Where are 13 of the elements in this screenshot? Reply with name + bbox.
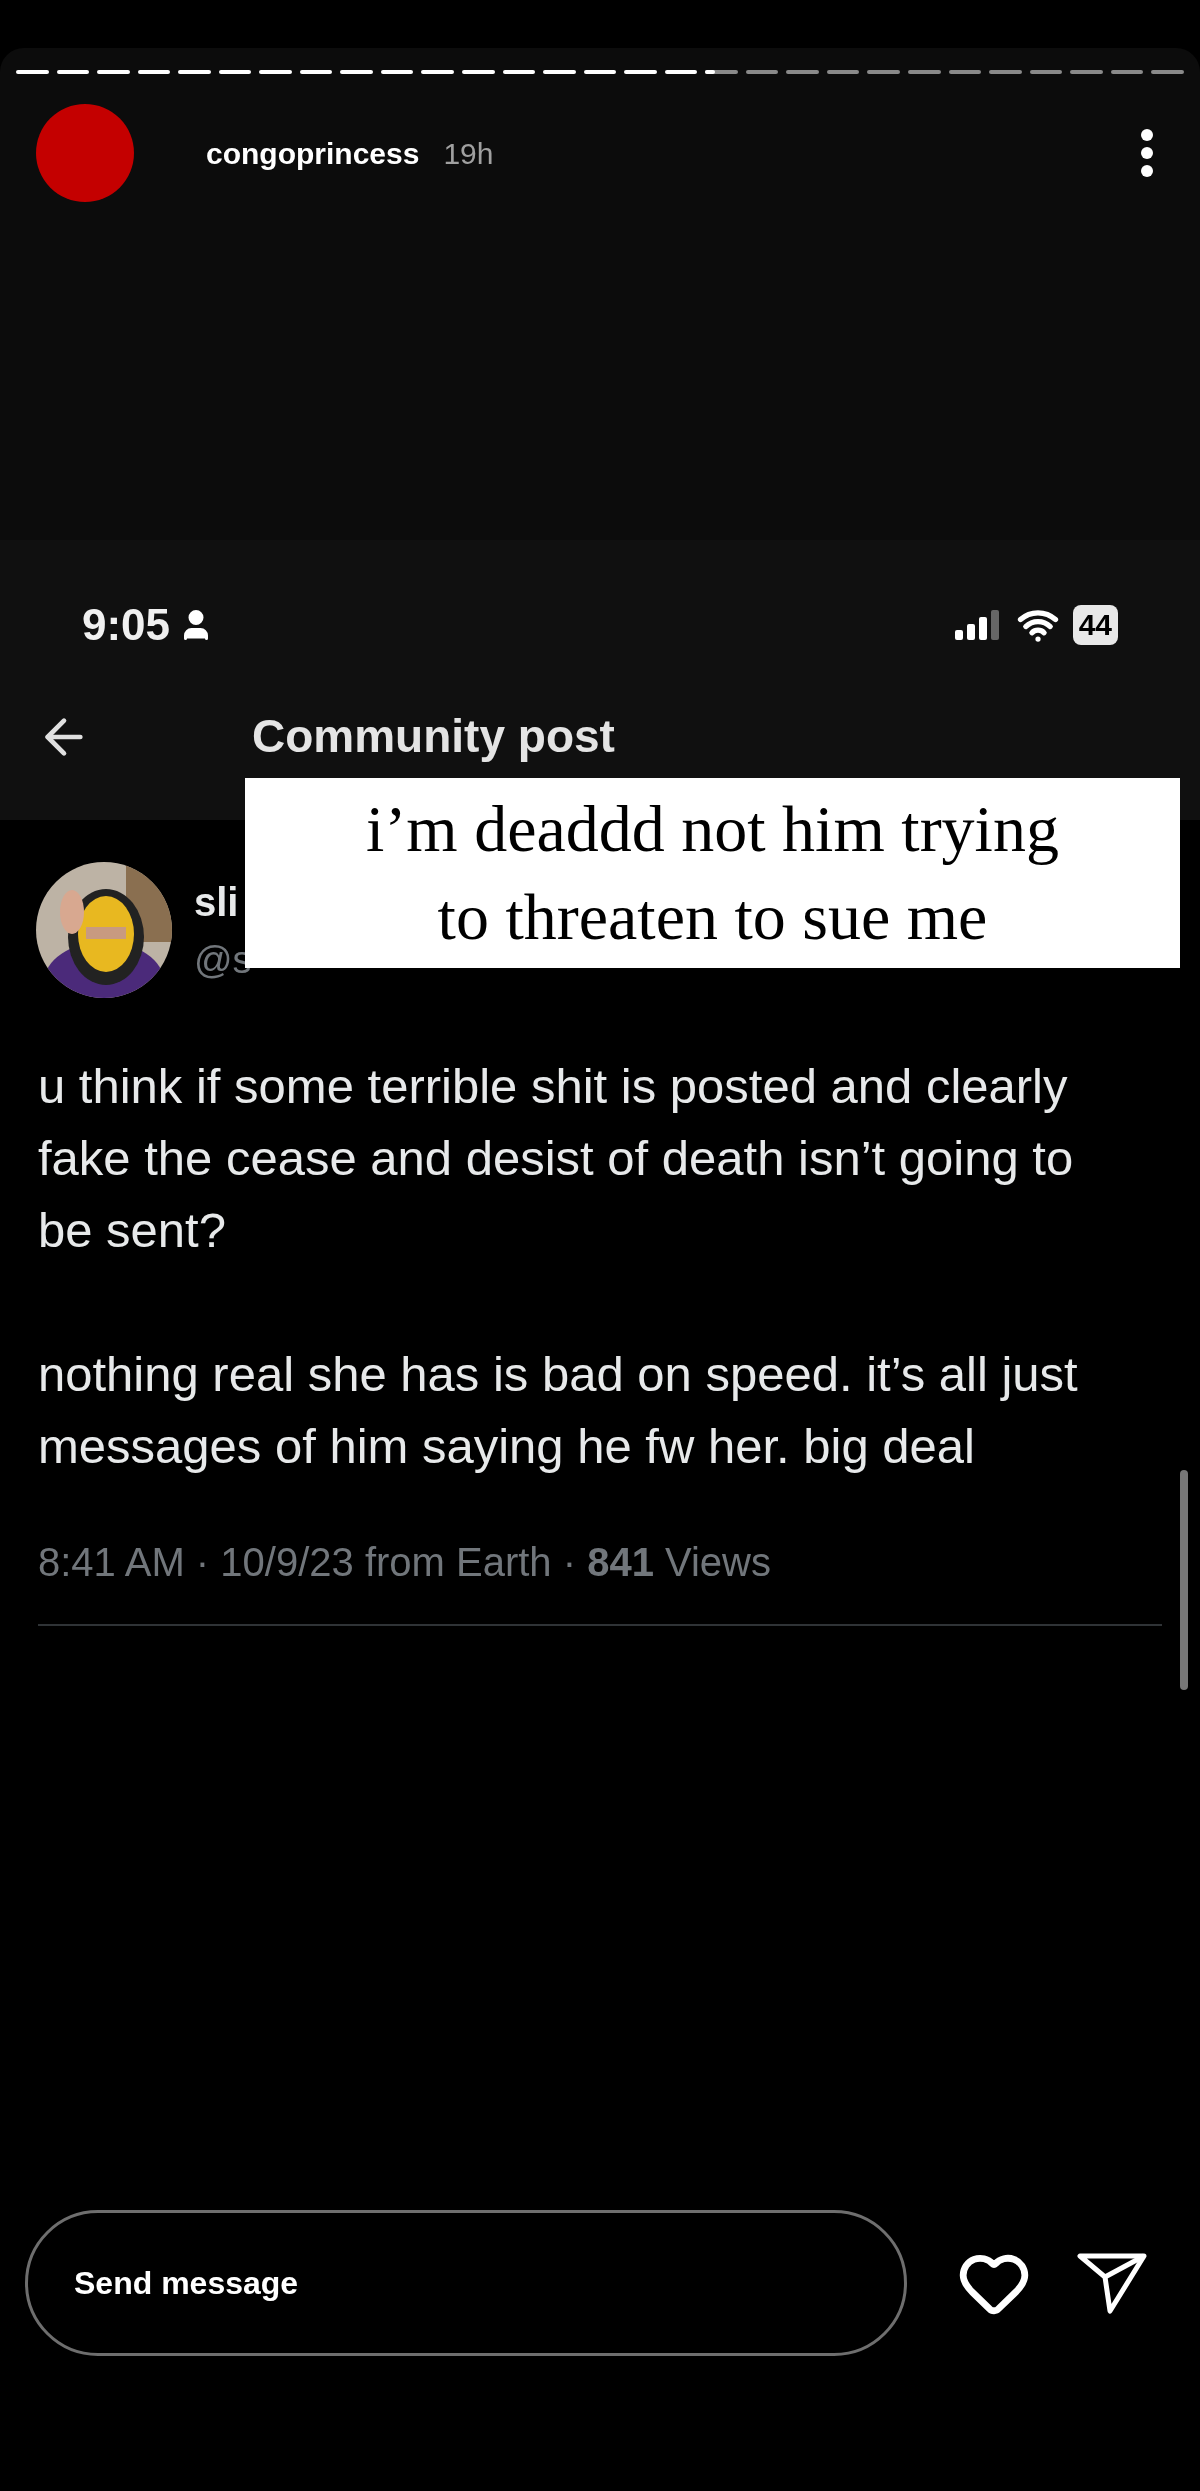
post-time: 19h — [443, 135, 494, 172]
post-meta: 8:41 AM · 10/9/23 from Earth · 841 Views — [38, 1540, 771, 1584]
send-icon[interactable] — [1077, 2252, 1147, 2314]
battery-indicator: 44 — [1072, 605, 1118, 645]
caption-text: to threaten to sue me — [437, 879, 988, 955]
page-title: Community post — [252, 709, 615, 764]
post-text: nothing real she has is bad on speed. it’s all just messages of him saying he fw her. big deal — [38, 1346, 1079, 1475]
more-icon[interactable] — [1140, 128, 1154, 178]
username[interactable]: congoprincess — [206, 130, 420, 176]
clock: 9:05 — [82, 599, 171, 651]
message-field[interactable]: Send message — [25, 2210, 907, 2356]
caption-text: i’m deaddd not him trying — [366, 791, 1059, 867]
post-text: u think if some terrible shit is posted and clearly fake the cease and desist of death isn’t going to be sent? — [38, 1058, 1075, 1259]
